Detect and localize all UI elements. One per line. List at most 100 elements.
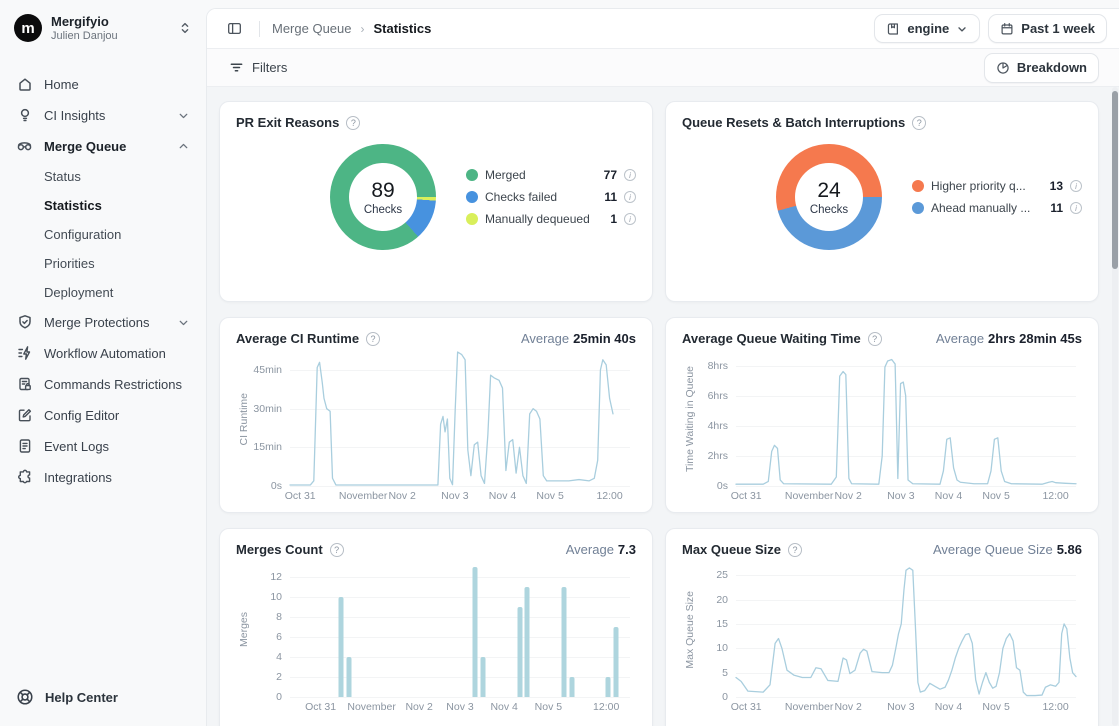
y-tick-label: 45min: [253, 364, 282, 376]
x-tick-label: November: [347, 701, 395, 713]
sidebar-item-commands-restrictions[interactable]: Commands Restrictions: [8, 369, 198, 400]
legend-label: Merged: [485, 168, 597, 182]
help-center-link[interactable]: Help Center: [8, 682, 198, 712]
bar-chart[interactable]: Merges 121086420 Oct 31NovemberNov 2Nov …: [236, 563, 636, 713]
legend-item[interactable]: Merged 77: [466, 168, 636, 182]
line-chart[interactable]: Time Waiting in Queue 8hrs6hrs4hrs2hrs0s…: [682, 352, 1082, 502]
line-chart[interactable]: CI Runtime 45min30min15min0s Oct 31Novem…: [236, 352, 636, 502]
bar-value[interactable]: [473, 567, 478, 697]
sidebar-toggle-button[interactable]: [221, 16, 247, 42]
line-chart[interactable]: Max Queue Size 2520151050 Oct 31November…: [682, 563, 1082, 713]
bar-value[interactable]: [339, 597, 344, 697]
sidebar-item-deployment[interactable]: Deployment: [8, 278, 198, 307]
breadcrumb-parent[interactable]: Merge Queue: [272, 21, 352, 36]
card-max-queue-size: Max Queue Size Average Queue Size5.86 Ma…: [665, 528, 1099, 726]
legend-color-dot: [912, 202, 924, 214]
legend-item[interactable]: Manually dequeued 1: [466, 212, 636, 226]
bar-value[interactable]: [613, 627, 618, 697]
bar-value[interactable]: [525, 587, 530, 697]
sidebar-item-priorities[interactable]: Priorities: [8, 249, 198, 278]
info-icon[interactable]: [1070, 202, 1082, 214]
top-bar-actions: engine Past 1 week: [874, 14, 1107, 43]
divider: [259, 21, 260, 37]
logo-letter: m: [21, 20, 34, 37]
help-icon[interactable]: [912, 116, 926, 130]
info-icon[interactable]: [624, 169, 636, 181]
filters-button[interactable]: Filters: [221, 56, 295, 79]
legend-label: Checks failed: [485, 190, 597, 204]
info-icon[interactable]: [1070, 180, 1082, 192]
bar-value[interactable]: [569, 677, 574, 697]
legend-item[interactable]: Higher priority q... 13: [912, 179, 1082, 193]
x-tick-label: Nov 4: [935, 490, 962, 502]
sidebar-item-configuration[interactable]: Configuration: [8, 220, 198, 249]
average-value: 7.3: [618, 542, 636, 557]
sidebar-nav: Home CI Insights Merge Queue Status Stat…: [8, 69, 198, 682]
sidebar-item-label: Integrations: [44, 470, 190, 485]
time-range-button[interactable]: Past 1 week: [988, 14, 1107, 43]
filter-icon: [229, 60, 244, 75]
sidebar-item-label: Workflow Automation: [44, 346, 190, 361]
bar-value[interactable]: [481, 657, 486, 697]
sidebar-item-integrations[interactable]: Integrations: [8, 462, 198, 493]
x-tick-label: November: [785, 490, 833, 502]
sidebar-item-workflow-automation[interactable]: Workflow Automation: [8, 338, 198, 369]
x-tick-label: 12:00: [596, 490, 622, 502]
sidebar-item-home[interactable]: Home: [8, 69, 198, 100]
y-axis: 2520151050: [697, 563, 736, 697]
legend-value: 77: [604, 168, 617, 182]
sidebar-item-statistics[interactable]: Statistics: [8, 191, 198, 220]
line-series: [290, 352, 613, 485]
bar-value[interactable]: [346, 657, 351, 697]
line-series-svg: [736, 563, 1076, 697]
card-header: Merges Count Average7.3: [236, 542, 636, 557]
gridline: [290, 577, 630, 578]
y-tick-label: 20: [716, 594, 728, 606]
sidebar-item-merge-protections[interactable]: Merge Protections: [8, 307, 198, 338]
average-stat: Average Queue Size5.86: [933, 542, 1082, 557]
donut-center-value: 89: [371, 179, 394, 203]
help-icon[interactable]: [366, 332, 380, 346]
scrollbar[interactable]: [1112, 87, 1118, 726]
info-icon[interactable]: [624, 213, 636, 225]
breakdown-button[interactable]: Breakdown: [984, 53, 1099, 83]
sidebar-item-config-editor[interactable]: Config Editor: [8, 400, 198, 431]
legend-item[interactable]: Checks failed 11: [466, 190, 636, 204]
pie-legend: Higher priority q... 13 Ahead manually .…: [912, 171, 1082, 223]
info-icon[interactable]: [624, 191, 636, 203]
card-grid: PR Exit Reasons 89 Checks: [207, 87, 1119, 726]
sidebar-item-ci-insights[interactable]: CI Insights: [8, 100, 198, 131]
sidebar-item-status[interactable]: Status: [8, 162, 198, 191]
top-bar: Merge Queue › Statistics engine Past 1 w…: [207, 9, 1119, 49]
y-tick-label: 2hrs: [708, 450, 728, 462]
shield-check-icon: [16, 314, 33, 331]
card-header: PR Exit Reasons: [236, 115, 636, 130]
gridline: [736, 697, 1076, 698]
time-range-value: Past 1 week: [1021, 21, 1095, 36]
y-tick-label: 2: [276, 671, 282, 683]
legend-item[interactable]: Ahead manually ... 11: [912, 201, 1082, 215]
sidebar-item-merge-queue[interactable]: Merge Queue: [8, 131, 198, 162]
line-series: [736, 360, 1076, 485]
card-pr-exit-reasons: PR Exit Reasons 89 Checks: [219, 101, 653, 302]
donut-chart[interactable]: 24 Checks: [776, 144, 882, 250]
bar-value[interactable]: [561, 587, 566, 697]
help-icon[interactable]: [346, 116, 360, 130]
y-tick-label: 0s: [717, 480, 728, 492]
help-center-label: Help Center: [45, 690, 118, 705]
help-icon[interactable]: [330, 543, 344, 557]
card-title: Average CI Runtime: [236, 331, 359, 346]
scrollbar-thumb[interactable]: [1112, 91, 1118, 269]
sidebar-item-event-logs[interactable]: Event Logs: [8, 431, 198, 462]
bar-value[interactable]: [517, 607, 522, 697]
x-tick-label: Nov 4: [935, 701, 962, 713]
plot-area: [736, 352, 1076, 486]
donut-chart[interactable]: 89 Checks: [330, 144, 436, 250]
bar-value[interactable]: [605, 677, 610, 697]
y-tick-label: 8hrs: [708, 360, 728, 372]
org-switcher[interactable]: m Mergifyio Julien Danjou: [8, 10, 198, 47]
legend-value: 1: [610, 212, 617, 226]
repo-selector-button[interactable]: engine: [874, 14, 980, 43]
help-icon[interactable]: [788, 543, 802, 557]
help-icon[interactable]: [868, 332, 882, 346]
